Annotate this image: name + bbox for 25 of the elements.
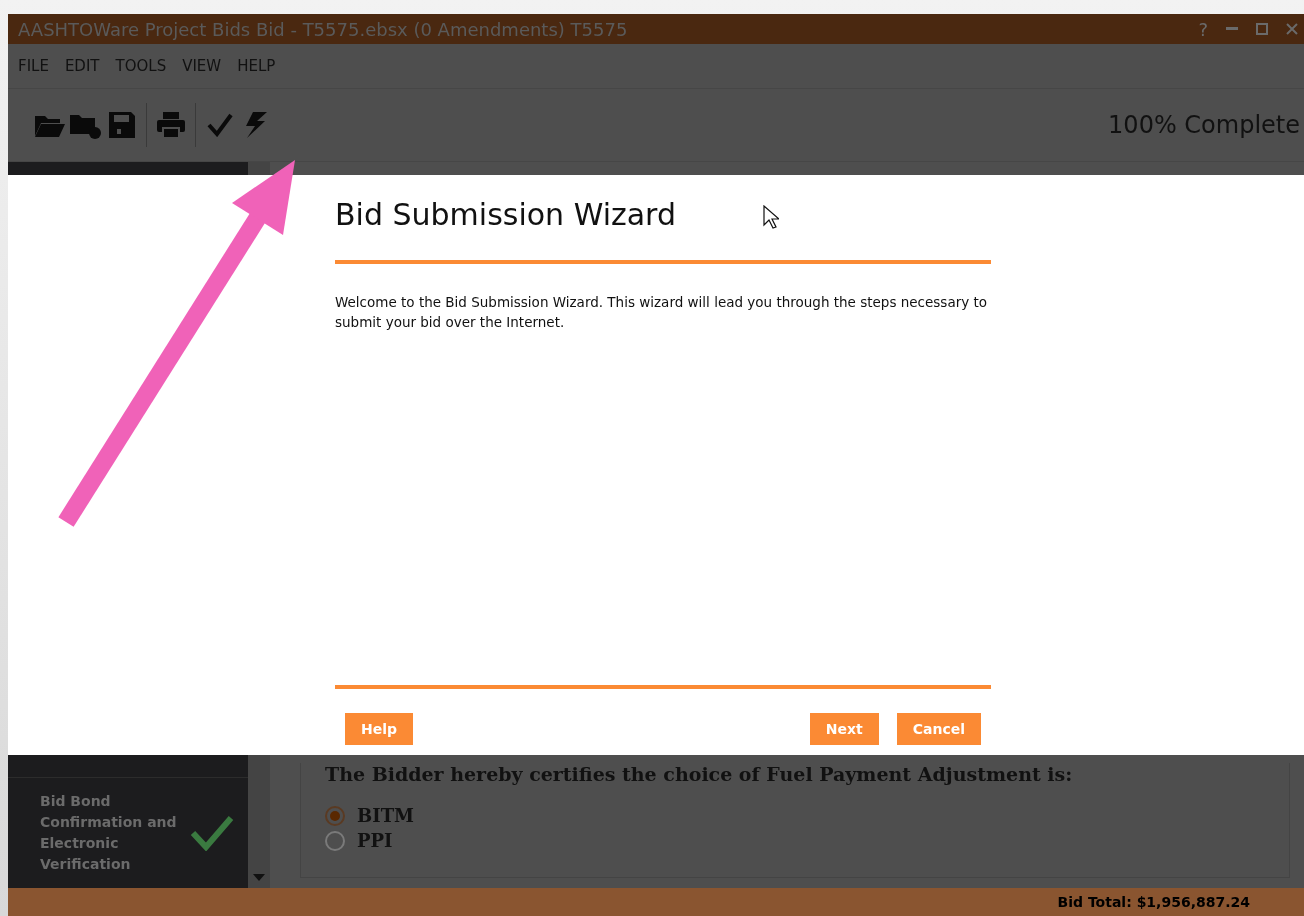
radio-label: BITM — [357, 805, 414, 826]
sidebar-item-label: Bid Bond Confirmation and Electronic Verification — [40, 792, 178, 874]
menu-item[interactable]: EDIT — [64, 57, 100, 75]
help-control[interactable]: ? — [1198, 18, 1208, 40]
cancel-button[interactable]: Cancel — [896, 713, 981, 745]
menu-item[interactable]: VIEW — [182, 57, 222, 75]
next-button[interactable]: Next — [809, 713, 879, 745]
progress-text: 100% Complete — [1108, 111, 1301, 139]
mouse-cursor-icon — [763, 205, 779, 229]
question-text: The Bidder hereby certifies the choice of Fuel Payment Adjustment is: — [325, 763, 1074, 785]
dialog-message: Welcome to the Bid Submission Wizard. This wizard will lead you through the steps necessary to submit your bid over the Internet. — [335, 293, 989, 332]
dialog-title: Bid Submission Wizard — [335, 197, 676, 232]
maximize-icon[interactable] — [1256, 23, 1268, 35]
menu-item[interactable]: TOOLS — [115, 57, 167, 75]
minimize-icon[interactable] — [1226, 27, 1238, 31]
window-title: AASHTOWare Project Bids Bid - T5575.ebsx (0 Amendments) T5575 — [18, 18, 629, 40]
menu-item[interactable]: FILE — [18, 57, 49, 75]
menu-item[interactable]: HELP — [237, 57, 276, 75]
radio-label: PPI — [357, 830, 393, 851]
bid-total: Bid Total: $1,956,887.24 — [1057, 894, 1250, 910]
scroll-down-icon[interactable] — [253, 874, 265, 882]
radio-button[interactable] — [325, 805, 345, 826]
radio-button[interactable] — [325, 830, 345, 851]
help-button[interactable]: Help — [345, 713, 414, 745]
close-icon[interactable] — [1286, 23, 1298, 35]
